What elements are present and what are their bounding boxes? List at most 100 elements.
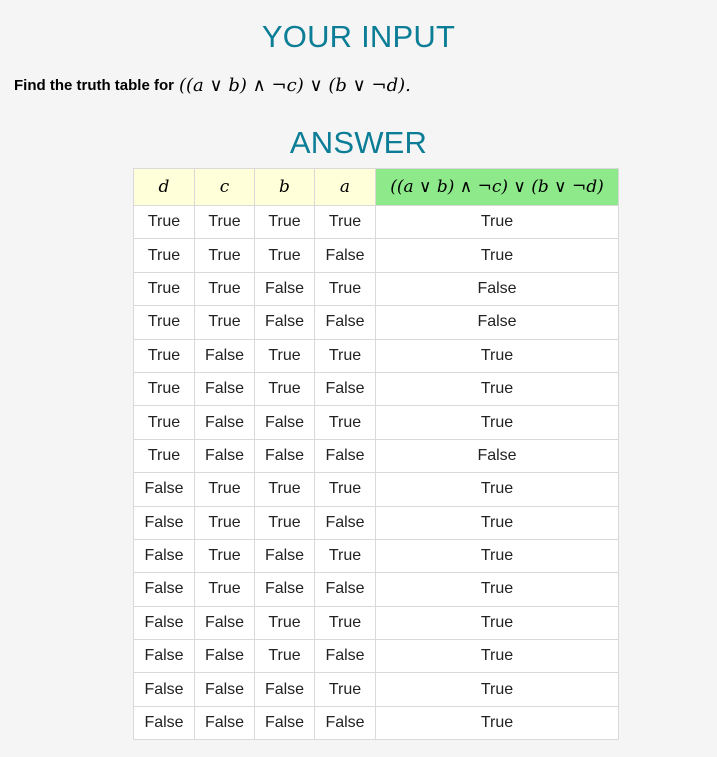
table-row: True False True False True [133,371,619,407]
cell-b: False [254,672,315,707]
truth-table-container: d c b a ((a ∨ b) ∧ ¬c) ∨ (b ∨ ¬d) True Tr… [133,168,619,741]
cell-a: False [314,305,376,340]
table-header-row: d c b a ((a ∨ b) ∧ ¬c) ∨ (b ∨ ¬d) [133,168,619,206]
cell-a: False [314,371,376,407]
cell-d: False [133,472,195,507]
cell-c: False [194,371,255,407]
cell-b: True [254,505,315,540]
cell-result: True [375,338,619,373]
cell-b: False [254,438,315,474]
cell-result: False [375,305,619,340]
cell-c: True [194,238,255,273]
cell-b: False [254,405,315,440]
cell-a: False [314,705,376,741]
cell-b: True [254,371,315,407]
cell-a: True [314,672,376,707]
cell-b: True [254,472,315,507]
cell-d: True [133,438,195,474]
cell-result: True [375,672,619,707]
header-d: d [133,168,195,206]
truth-table: d c b a ((a ∨ b) ∧ ¬c) ∨ (b ∨ ¬d) True Tr… [133,168,619,741]
cell-a: True [314,405,376,440]
cell-c: False [194,405,255,440]
cell-b: True [254,338,315,373]
cell-b: True [254,639,315,674]
header-a: a [314,168,376,206]
table-row: False False False False True [133,705,619,741]
cell-result: True [375,572,619,607]
cell-a: True [314,271,376,307]
table-row: True True False False False [133,305,619,340]
table-row: True True True False True [133,238,619,273]
cell-c: True [194,472,255,507]
table-body: True True True True True True True True False Tru… [133,204,619,741]
cell-result: True [375,371,619,407]
cell-c: False [194,705,255,741]
cell-d: True [133,405,195,440]
cell-a: False [314,505,376,540]
cell-result: False [375,271,619,307]
cell-b: True [254,204,315,240]
cell-c: False [194,639,255,674]
cell-result: True [375,538,619,574]
cell-a: True [314,472,376,507]
cell-c: True [194,505,255,540]
cell-result: True [375,639,619,674]
cell-c: False [194,338,255,373]
cell-a: False [314,438,376,474]
cell-d: False [133,672,195,707]
table-row: False False False True True [133,672,619,707]
table-row: False False True True True [133,605,619,641]
table-row: False True True False True [133,505,619,540]
cell-b: False [254,538,315,574]
cell-a: False [314,572,376,607]
cell-c: True [194,538,255,574]
input-heading: YOUR INPUT [261,19,456,54]
table-row: True True False True False [133,271,619,307]
question-prompt: Find the truth table for [14,76,174,94]
table-row: False True True True True [133,472,619,507]
table-row: False True False True True [133,538,619,574]
cell-d: True [133,271,195,307]
cell-b: False [254,271,315,307]
table-row: True False True True True [133,338,619,373]
cell-c: False [194,605,255,641]
cell-d: False [133,639,195,674]
cell-result: False [375,438,619,474]
cell-result: True [375,238,619,273]
table-row: False False True False True [133,639,619,674]
cell-a: True [314,605,376,641]
cell-d: True [133,338,195,373]
cell-a: False [314,639,376,674]
cell-b: False [254,705,315,741]
table-row: True False False False False [133,438,619,474]
cell-d: True [133,305,195,340]
cell-result: True [375,505,619,540]
cell-result: True [375,705,619,741]
cell-a: True [314,338,376,373]
cell-result: True [375,405,619,440]
cell-b: True [254,605,315,641]
cell-d: False [133,572,195,607]
cell-c: True [194,305,255,340]
cell-d: True [133,238,195,273]
cell-result: True [375,472,619,507]
cell-c: False [194,672,255,707]
header-result: ((a ∨ b) ∧ ¬c) ∨ (b ∨ ¬d) [375,168,619,206]
table-row: True False False True True [133,405,619,440]
cell-d: False [133,705,195,741]
cell-result: True [375,204,619,240]
cell-d: True [133,371,195,407]
question-expression: ((a ∨ b) ∧ ¬c) ∨ (b ∨ ¬d). [178,74,411,96]
question-line: Find the truth table for ((a ∨ b) ∧ ¬c) … [14,70,411,100]
cell-a: True [314,538,376,574]
cell-c: True [194,204,255,240]
cell-d: True [133,204,195,240]
cell-b: False [254,305,315,340]
cell-d: False [133,505,195,540]
cell-c: False [194,438,255,474]
header-b: b [254,168,315,206]
cell-a: False [314,238,376,273]
cell-c: True [194,271,255,307]
cell-c: True [194,572,255,607]
